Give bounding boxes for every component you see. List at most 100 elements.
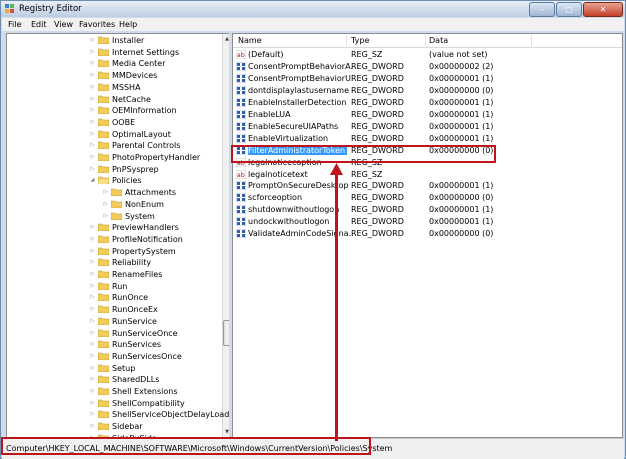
expand-arrow-icon[interactable]: ▷ [89, 48, 96, 57]
tree-item[interactable]: ▷ NonEnum [7, 199, 221, 210]
title-bar[interactable]: Registry Editor – □ ✕ [1, 1, 625, 17]
tree-item[interactable]: ▷ Parental Controls [7, 140, 221, 151]
value-row[interactable]: ab legalnoticetext REG_SZ [233, 169, 622, 181]
tree-item[interactable]: ▷ PnPSysprep [7, 164, 221, 175]
tree-item[interactable]: ▷ OEMInformation [7, 105, 221, 116]
tree-item[interactable]: ▷ Sidebar [7, 421, 221, 432]
expand-arrow-icon[interactable]: ▷ [89, 223, 96, 232]
expand-arrow-icon[interactable]: ▷ [89, 118, 96, 127]
expand-arrow-icon[interactable]: ▷ [89, 410, 96, 419]
tree-item[interactable]: ◢ Policies [7, 175, 221, 186]
tree-item[interactable]: ▷ OptimalLayout [7, 129, 221, 140]
value-row[interactable]: PromptOnSecureDesktop REG_DWORD 0x00000001… [233, 180, 622, 192]
column-type[interactable]: Type [351, 36, 369, 45]
tree-item[interactable]: ▷ RunService [7, 316, 221, 327]
value-row[interactable]: ab (Default) REG_SZ (value not set) [233, 49, 622, 61]
expand-arrow-icon[interactable]: ▷ [89, 71, 96, 80]
tree-item-label: RenameFiles [112, 270, 163, 279]
value-row[interactable]: ConsentPromptBehaviorA... REG_DWORD 0x0000… [233, 61, 622, 73]
tree-item[interactable]: ▷ System [7, 211, 221, 222]
column-data[interactable]: Data [429, 36, 448, 45]
expand-arrow-icon[interactable]: ▷ [89, 364, 96, 373]
expand-arrow-icon[interactable]: ▷ [89, 235, 96, 244]
expand-arrow-icon[interactable]: ▷ [89, 270, 96, 279]
tree-item[interactable]: ▷ Internet Settings [7, 47, 221, 58]
minimize-button[interactable]: – [529, 2, 555, 17]
column-divider[interactable] [346, 35, 347, 46]
tree-item[interactable]: ▷ RunServices [7, 339, 221, 350]
maximize-button[interactable]: □ [556, 2, 582, 17]
value-row[interactable]: ValidateAdminCodeSigna... REG_DWORD 0x0000… [233, 228, 622, 240]
tree-item[interactable]: ▷ PropertySystem [7, 246, 221, 257]
tree-item[interactable]: ▷ NetCache [7, 94, 221, 105]
value-row[interactable]: shutdownwithoutlogon REG_DWORD 0x00000001 … [233, 204, 622, 216]
tree-item[interactable]: ▷ ShellServiceObjectDelayLoad [7, 409, 230, 420]
value-row[interactable]: EnableLUA REG_DWORD 0x00000001 (1) [233, 109, 622, 121]
column-divider[interactable] [531, 35, 532, 46]
expand-arrow-icon[interactable]: ▷ [89, 329, 96, 338]
expand-arrow-icon[interactable]: ▷ [89, 36, 96, 45]
menu-file[interactable]: File [8, 20, 21, 29]
tree-item[interactable]: ▷ Installer [7, 35, 221, 46]
expand-arrow-icon[interactable]: ▷ [89, 399, 96, 408]
expand-arrow-icon[interactable]: ▷ [89, 59, 96, 68]
tree-item[interactable]: ▷ Setup [7, 363, 221, 374]
tree-item[interactable]: ▷ PreviewHandlers [7, 222, 221, 233]
expand-arrow-icon[interactable]: ▷ [89, 141, 96, 150]
expand-arrow-icon[interactable]: ▷ [89, 317, 96, 326]
value-row[interactable]: undockwithoutlogon REG_DWORD 0x00000001 (1… [233, 216, 622, 228]
expand-arrow-icon[interactable]: ▷ [89, 340, 96, 349]
tree-item[interactable]: ▷ Run [7, 281, 221, 292]
column-divider[interactable] [425, 35, 426, 46]
tree-item[interactable]: ▷ RunServiceOnce [7, 328, 221, 339]
tree-item[interactable]: ▷ Attachments [7, 187, 221, 198]
expand-arrow-icon[interactable]: ▷ [89, 95, 96, 104]
value-row[interactable]: ConsentPromptBehaviorU... REG_DWORD 0x0000… [233, 73, 622, 85]
expand-arrow-icon[interactable]: ▷ [89, 106, 96, 115]
expand-arrow-icon[interactable]: ▷ [89, 305, 96, 314]
collapse-arrow-icon[interactable]: ◢ [89, 176, 96, 185]
menu-favorites[interactable]: Favorites [79, 20, 115, 29]
value-row[interactable]: EnableVirtualization REG_DWORD 0x00000001 … [233, 133, 622, 145]
expand-arrow-icon[interactable]: ▷ [89, 165, 96, 174]
tree-item[interactable]: ▷ MSSHA [7, 82, 221, 93]
expand-arrow-icon[interactable]: ▷ [89, 83, 96, 92]
value-row[interactable]: EnableInstallerDetection REG_DWORD 0x00000… [233, 97, 622, 109]
expand-arrow-icon[interactable]: ▷ [89, 153, 96, 162]
value-row[interactable]: dontdisplaylastusername REG_DWORD 0x000000… [233, 85, 622, 97]
expand-arrow-icon[interactable]: ▷ [89, 422, 96, 431]
expand-arrow-icon[interactable]: ▷ [89, 352, 96, 361]
column-name[interactable]: Name [238, 36, 262, 45]
expand-arrow-icon[interactable]: ▷ [89, 258, 96, 267]
tree-item[interactable]: ▷ OOBE [7, 117, 221, 128]
menu-help[interactable]: Help [119, 20, 137, 29]
close-button[interactable]: ✕ [583, 2, 623, 17]
tree-item[interactable]: ▷ RunServicesOnce [7, 351, 221, 362]
tree-item[interactable]: ▷ Reliability [7, 257, 221, 268]
values-list-pane[interactable]: Name Type Data ab (Default) REG_SZ (value n… [232, 33, 623, 438]
expand-arrow-icon[interactable]: ▷ [89, 293, 96, 302]
menu-edit[interactable]: Edit [31, 20, 47, 29]
value-row[interactable]: scforceoption REG_DWORD 0x00000000 (0) [233, 192, 622, 204]
expand-arrow-icon[interactable]: ▷ [89, 387, 96, 396]
expand-arrow-icon[interactable]: ▷ [102, 212, 109, 221]
key-tree-pane[interactable]: ▲ ▼ ▷ Installer ▷ Internet Settings ▷ Media C… [6, 33, 231, 438]
tree-item[interactable]: ▷ Shell Extensions [7, 386, 221, 397]
tree-item[interactable]: ▷ RunOnce [7, 292, 221, 303]
tree-item[interactable]: ▷ RenameFiles [7, 269, 221, 280]
tree-item[interactable]: ▷ SharedDLLs [7, 374, 221, 385]
expand-arrow-icon[interactable]: ▷ [89, 282, 96, 291]
expand-arrow-icon[interactable]: ▷ [102, 200, 109, 209]
tree-item[interactable]: ▷ ShellCompatibility [7, 398, 221, 409]
menu-view[interactable]: View [54, 20, 73, 29]
expand-arrow-icon[interactable]: ▷ [89, 375, 96, 384]
tree-item[interactable]: ▷ Media Center [7, 58, 221, 69]
value-row[interactable]: EnableSecureUIAPaths REG_DWORD 0x00000001 … [233, 121, 622, 133]
tree-item[interactable]: ▷ ProfileNotification [7, 234, 221, 245]
tree-item[interactable]: ▷ PhotoPropertyHandler [7, 152, 221, 163]
expand-arrow-icon[interactable]: ▷ [102, 188, 109, 197]
expand-arrow-icon[interactable]: ▷ [89, 247, 96, 256]
tree-item[interactable]: ▷ RunOnceEx [7, 304, 221, 315]
tree-item[interactable]: ▷ MMDevices [7, 70, 221, 81]
expand-arrow-icon[interactable]: ▷ [89, 130, 96, 139]
